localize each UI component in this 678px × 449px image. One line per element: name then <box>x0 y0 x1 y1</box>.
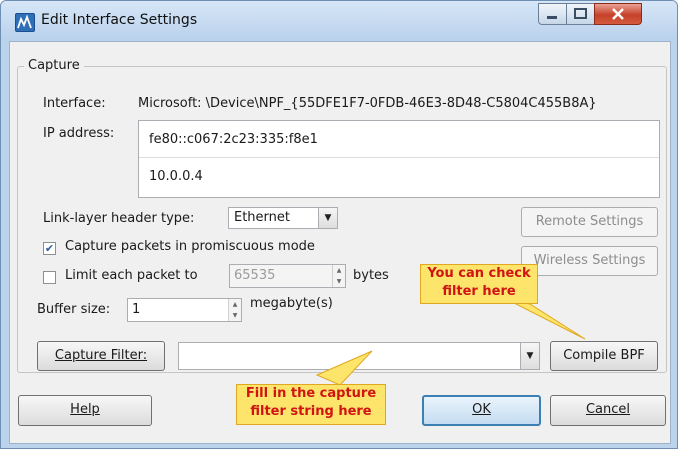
window-title: Edit Interface Settings <box>41 12 198 28</box>
fill-filter-callout: Fill in the capture filter string here <box>236 384 386 425</box>
minimize-button[interactable] <box>538 3 567 25</box>
check-filter-callout-arrow <box>315 299 586 386</box>
maximize-button[interactable] <box>566 3 595 25</box>
wireshark-app-icon <box>15 13 35 32</box>
check-filter-callout-line1: You can check <box>427 266 531 281</box>
dialog-window: Edit Interface Settings Capture Interfac… <box>0 0 678 449</box>
fill-filter-callout-line1: Fill in the capture <box>245 386 377 401</box>
close-button[interactable] <box>594 3 642 25</box>
fill-filter-callout-line2: filter string here <box>250 404 372 419</box>
check-filter-callout-line2: filter here <box>442 284 516 299</box>
check-filter-callout: You can check filter here <box>420 264 538 304</box>
dialog-client: Capture Interface: Microsoft: \Device\NP… <box>9 41 671 444</box>
title-bar[interactable]: Edit Interface Settings <box>1 1 677 41</box>
close-icon <box>612 8 624 20</box>
